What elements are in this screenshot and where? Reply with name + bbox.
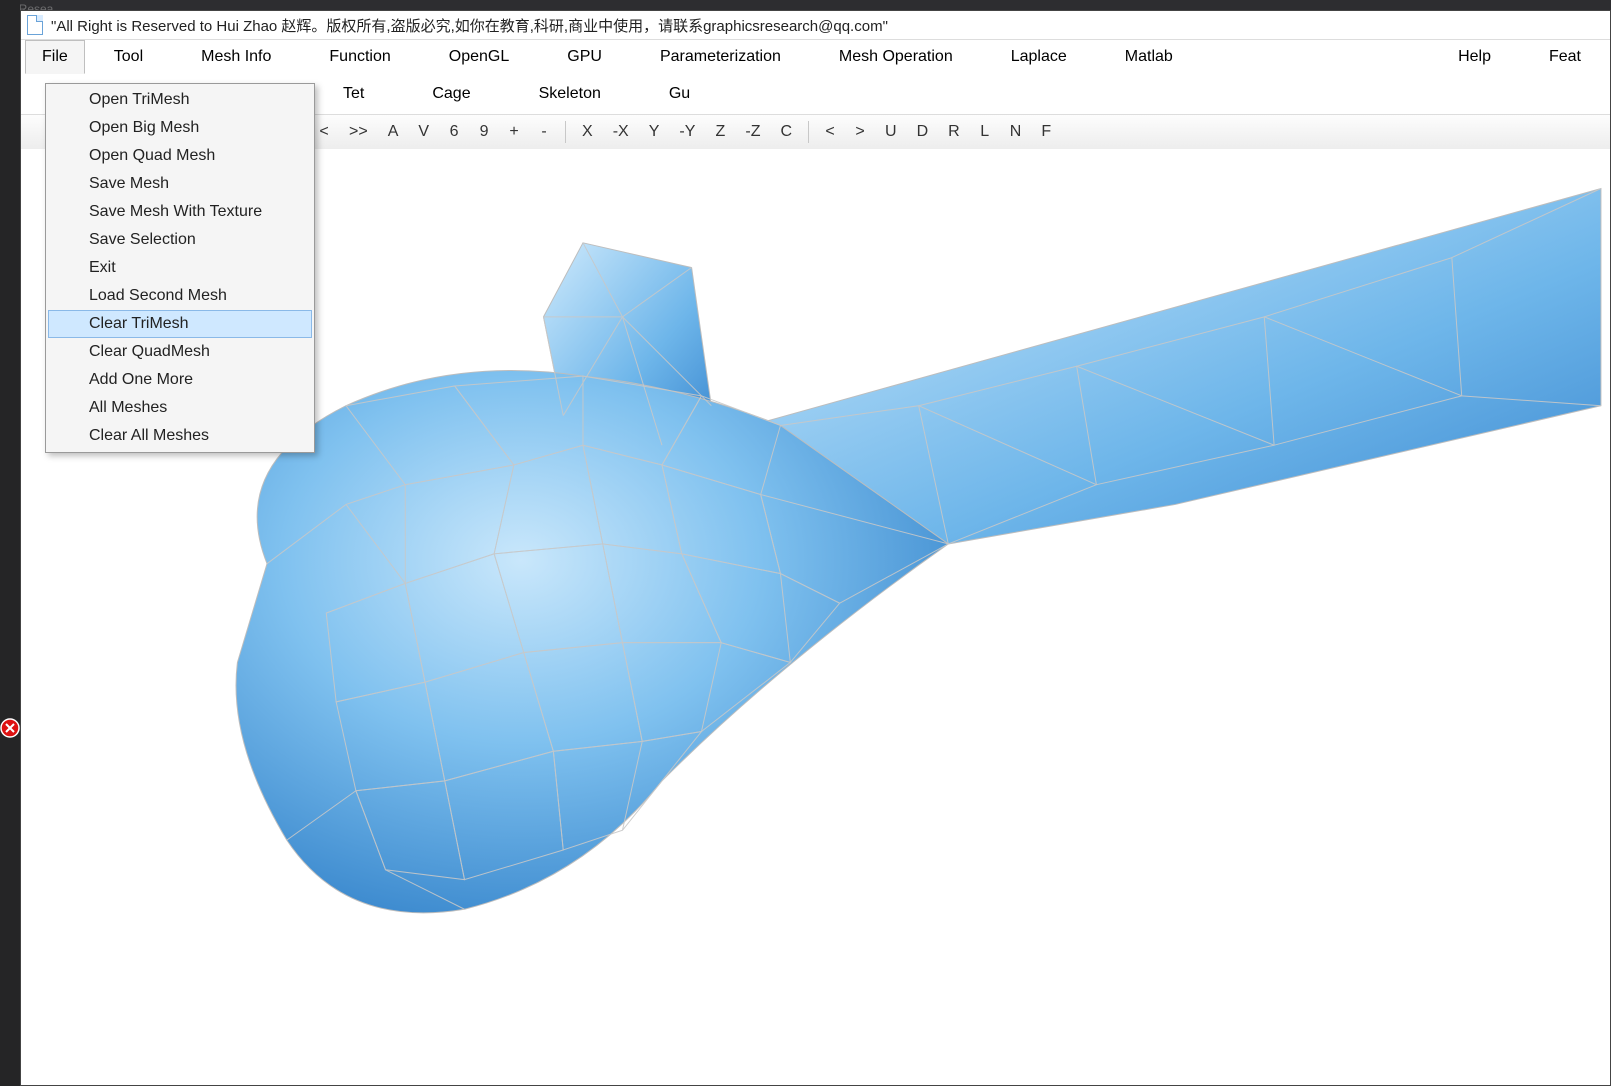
file-open-big-mesh[interactable]: Open Big Mesh [48, 114, 312, 142]
file-clear-trimesh[interactable]: Clear TriMesh [48, 310, 312, 338]
tb-n[interactable]: N [1000, 123, 1032, 141]
tb-x[interactable]: X [572, 123, 603, 141]
file-save-mesh-with-texture[interactable]: Save Mesh With Texture [48, 198, 312, 226]
tb-gtgt[interactable]: >> [339, 123, 378, 141]
menu-opengl[interactable]: OpenGL [420, 40, 538, 74]
tb-6[interactable]: 6 [439, 123, 469, 141]
tb-negx[interactable]: -X [603, 123, 639, 141]
secbar-tet[interactable]: Tet [309, 85, 398, 103]
tb-c[interactable]: C [770, 123, 802, 141]
file-add-one-more[interactable]: Add One More [48, 366, 312, 394]
tb-d[interactable]: D [907, 123, 939, 141]
menu-parameterization[interactable]: Parameterization [631, 40, 810, 74]
menu-matlab[interactable]: Matlab [1096, 40, 1202, 74]
error-badge-icon [0, 718, 20, 738]
file-dropdown: Open TriMesh Open Big Mesh Open Quad Mes… [45, 83, 315, 453]
window-title: "All Right is Reserved to Hui Zhao 赵辉。版权… [51, 15, 888, 36]
menu-mesh-operation[interactable]: Mesh Operation [810, 40, 982, 74]
menu-file[interactable]: File [25, 40, 85, 74]
tb-l[interactable]: L [970, 123, 1000, 141]
tb-9[interactable]: 9 [469, 123, 499, 141]
menu-function[interactable]: Function [300, 40, 419, 74]
ide-background-strip: icsResea [0, 0, 1611, 10]
file-clear-all-meshes[interactable]: Clear All Meshes [48, 422, 312, 450]
tb-z[interactable]: Z [705, 123, 735, 141]
tb-negy[interactable]: -Y [669, 123, 705, 141]
tb-a[interactable]: A [378, 123, 409, 141]
tb-sep2 [808, 121, 809, 143]
tb-y[interactable]: Y [639, 123, 670, 141]
document-icon [27, 15, 43, 35]
file-load-second-mesh[interactable]: Load Second Mesh [48, 282, 312, 310]
tb-f[interactable]: F [1031, 123, 1061, 141]
file-open-trimesh[interactable]: Open TriMesh [48, 86, 312, 114]
tb-gt2[interactable]: > [845, 123, 875, 141]
tb-plus[interactable]: + [499, 123, 529, 141]
file-exit[interactable]: Exit [48, 254, 312, 282]
file-save-mesh[interactable]: Save Mesh [48, 170, 312, 198]
app-window: "All Right is Reserved to Hui Zhao 赵辉。版权… [20, 10, 1611, 1086]
menu-feat[interactable]: Feat [1520, 40, 1610, 74]
title-bar: "All Right is Reserved to Hui Zhao 赵辉。版权… [21, 11, 1610, 40]
menu-tool[interactable]: Tool [85, 40, 172, 74]
file-open-quad-mesh[interactable]: Open Quad Mesh [48, 142, 312, 170]
secbar-cage[interactable]: Cage [398, 85, 504, 103]
file-clear-quadmesh[interactable]: Clear QuadMesh [48, 338, 312, 366]
tb-v[interactable]: V [408, 123, 439, 141]
tb-r[interactable]: R [938, 123, 970, 141]
menu-laplace[interactable]: Laplace [982, 40, 1096, 74]
menu-gpu[interactable]: GPU [538, 40, 631, 74]
tb-lt2[interactable]: < [815, 123, 845, 141]
ide-left-gutter [0, 0, 20, 1086]
file-save-selection[interactable]: Save Selection [48, 226, 312, 254]
secbar-skeleton[interactable]: Skeleton [505, 85, 635, 103]
menu-mesh-info[interactable]: Mesh Info [172, 40, 300, 74]
tb-negz[interactable]: -Z [735, 123, 770, 141]
tb-sep1 [565, 121, 566, 143]
tb-minus[interactable]: - [529, 123, 559, 141]
file-all-meshes[interactable]: All Meshes [48, 394, 312, 422]
secbar-gu[interactable]: Gu [635, 85, 724, 103]
menu-help[interactable]: Help [1429, 40, 1520, 74]
tb-u[interactable]: U [875, 123, 907, 141]
menu-bar: File Tool Mesh Info Function OpenGL GPU … [21, 40, 1610, 74]
